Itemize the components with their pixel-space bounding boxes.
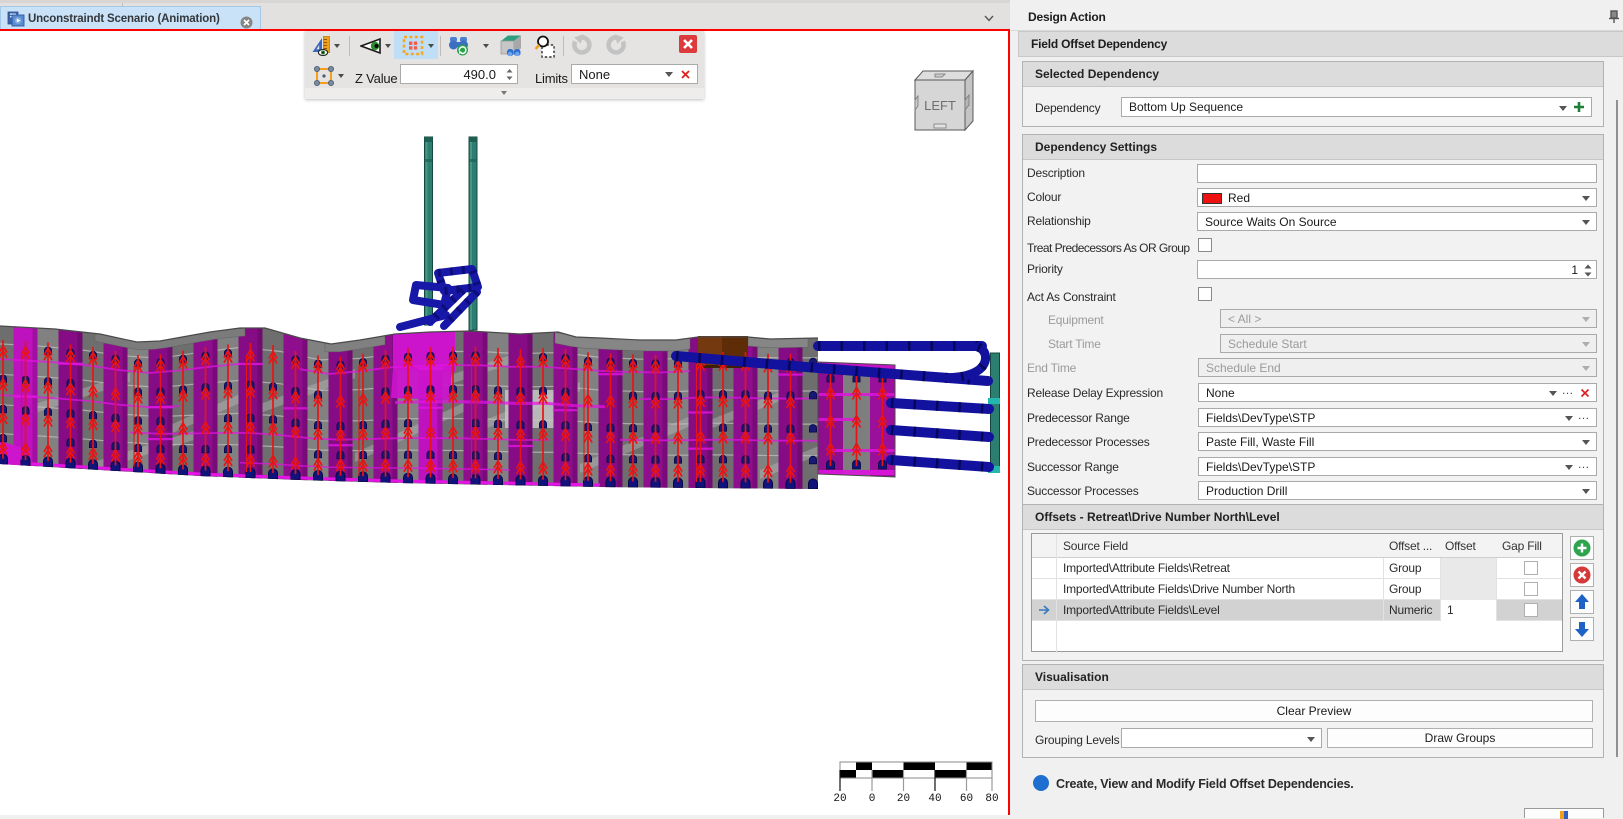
svg-text:0: 0: [869, 793, 876, 805]
svg-text:LEFT: LEFT: [924, 98, 956, 113]
svg-text:20: 20: [897, 793, 910, 805]
svg-text:60: 60: [960, 793, 973, 805]
svg-text:20: 20: [833, 793, 846, 805]
svg-text:40: 40: [928, 793, 941, 805]
svg-text:80: 80: [985, 793, 998, 805]
